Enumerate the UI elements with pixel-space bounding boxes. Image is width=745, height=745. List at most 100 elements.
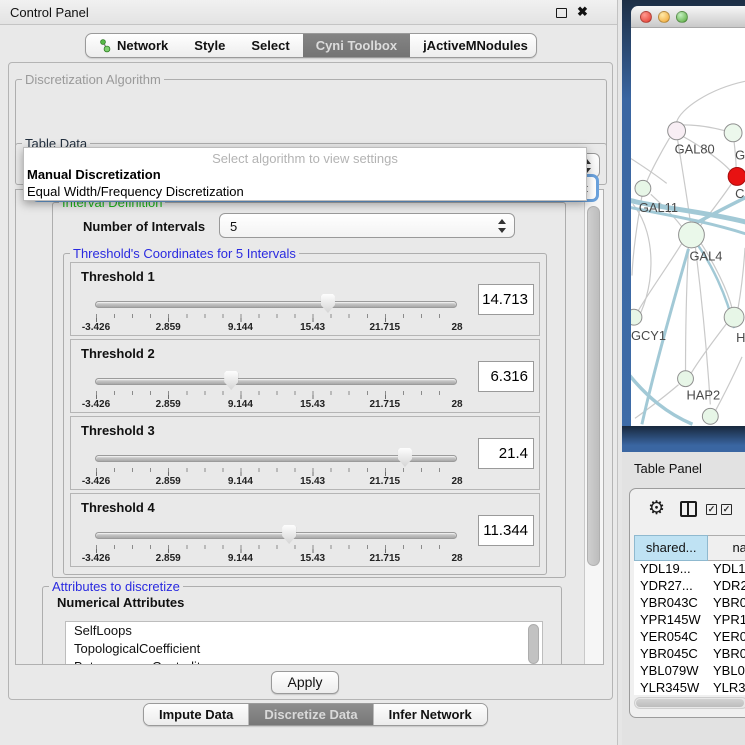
- cell-shared-name[interactable]: YBR045C: [634, 646, 710, 663]
- network-node[interactable]: [678, 371, 694, 387]
- network-node[interactable]: [668, 122, 686, 140]
- threshold-2-slider-handle[interactable]: [224, 371, 238, 390]
- table-row[interactable]: YDL19...YDL1: [634, 561, 745, 578]
- cell-name[interactable]: YBR0: [710, 646, 745, 663]
- tab-select[interactable]: Select: [238, 34, 302, 57]
- slider-tick-labels: -3.4262.8599.14415.4321.71528: [96, 476, 457, 488]
- cell-name[interactable]: YLR3: [710, 680, 745, 695]
- application-window: Control Panel ✖ Network Style Select Cyn…: [0, 0, 745, 745]
- tab-network[interactable]: Network: [86, 34, 181, 57]
- table-row[interactable]: YPR145WYPR1: [634, 612, 745, 629]
- slider-tick-labels: -3.4262.8599.14415.4321.71528: [96, 322, 457, 334]
- tab-jactivemnodules-label: jActiveMNodules: [423, 38, 528, 53]
- tick-label: 9.144: [228, 322, 253, 333]
- column-header-name[interactable]: na: [708, 535, 745, 561]
- cell-shared-name[interactable]: YER054C: [634, 629, 710, 646]
- interval-definition-group: Interval Definition Number of Intervals …: [52, 202, 566, 578]
- tab-cyni-toolbox[interactable]: Cyni Toolbox: [303, 34, 410, 57]
- network-window-titlebar[interactable]: [631, 6, 745, 28]
- network-node[interactable]: [724, 124, 742, 142]
- cell-shared-name[interactable]: YBL079W: [634, 663, 710, 680]
- zoom-traffic-light-icon[interactable]: [676, 11, 688, 23]
- threshold-3-slider-handle[interactable]: [398, 448, 412, 467]
- scrollbar-thumb[interactable]: [587, 206, 600, 566]
- table-row[interactable]: YBR043CYBR0: [634, 595, 745, 612]
- tab-style[interactable]: Style: [181, 34, 238, 57]
- thresholds-group-title: Threshold's Coordinates for 5 Intervals: [70, 246, 299, 261]
- gear-icon[interactable]: ⚙: [648, 499, 665, 519]
- cell-name[interactable]: YDL1: [710, 561, 745, 578]
- apply-button[interactable]: Apply: [271, 671, 339, 694]
- table-horizontal-scrollbar[interactable]: [634, 697, 745, 709]
- numerical-attributes-list[interactable]: SelfLoopsTopologicalCoefficientBetweenne…: [65, 621, 543, 665]
- cell-name[interactable]: YBR0: [710, 595, 745, 612]
- cell-name[interactable]: YDR2: [710, 578, 745, 595]
- minimize-traffic-light-icon[interactable]: [658, 11, 670, 23]
- tick-label: 2.859: [156, 476, 181, 487]
- threshold-1-value-field[interactable]: 14.713: [478, 284, 534, 315]
- network-node[interactable]: [702, 408, 718, 424]
- table-panel-toolbar: ⚙ ✓ ✓: [630, 489, 745, 533]
- table-row[interactable]: YLR345WYLR3: [634, 680, 745, 695]
- cell-name[interactable]: YER0: [710, 629, 745, 646]
- tick-label: 28: [451, 476, 462, 487]
- threshold-4-slider-handle[interactable]: [282, 525, 296, 544]
- network-node[interactable]: [631, 309, 642, 325]
- threshold-panel-3: Threshold 3 -3.4262.8599.14415.4321.7152…: [70, 416, 540, 490]
- network-icon: [99, 39, 112, 53]
- cell-shared-name[interactable]: YPR145W: [634, 612, 710, 629]
- table-row[interactable]: YDR27...YDR2: [634, 578, 745, 595]
- network-node[interactable]: [724, 307, 744, 327]
- threshold-panel-1: Threshold 1 -3.4262.8599.14415.4321.7152…: [70, 262, 540, 336]
- threshold-4-value-field[interactable]: 11.344: [478, 515, 534, 546]
- threshold-2-value-field[interactable]: 6.316: [478, 361, 534, 392]
- cell-shared-name[interactable]: YLR345W: [634, 680, 710, 695]
- tab-jactivemnodules[interactable]: jActiveMNodules: [410, 34, 537, 57]
- network-node-label: GAL4: [689, 249, 722, 264]
- dropdown-option-manual[interactable]: Manual Discretization: [27, 167, 161, 182]
- network-node-label: H: [736, 330, 745, 345]
- checkbox-icon[interactable]: ✓: [706, 504, 717, 515]
- tick-label: 28: [451, 322, 462, 333]
- tab-discretize-data[interactable]: Discretize Data: [248, 704, 372, 725]
- attribute-list-item[interactable]: BetweennessCentrality: [66, 658, 542, 665]
- checkbox-icon[interactable]: ✓: [721, 504, 732, 515]
- attribute-list-item[interactable]: TopologicalCoefficient: [66, 640, 542, 658]
- tick-label: -3.426: [82, 399, 110, 410]
- number-of-intervals-combobox[interactable]: 5: [219, 213, 515, 238]
- cell-shared-name[interactable]: YDR27...: [634, 578, 710, 595]
- column-header-shared-name[interactable]: shared...: [634, 535, 708, 561]
- list-scrollbar[interactable]: [528, 624, 539, 664]
- network-node[interactable]: [635, 180, 651, 196]
- table-body[interactable]: YDL19...YDL1YDR27...YDR2YBR043CYBR0YPR14…: [634, 561, 745, 695]
- float-window-icon[interactable]: [556, 8, 567, 18]
- network-canvas[interactable]: GAL80GACGAL11GAL4GCY1HHAP2: [631, 28, 745, 426]
- tick-label: 21.715: [370, 476, 401, 487]
- network-node[interactable]: [679, 222, 705, 248]
- attributes-group: Attributes to discretize Numerical Attri…: [42, 586, 562, 665]
- cell-shared-name[interactable]: YDL19...: [634, 561, 710, 578]
- tick-label: 28: [451, 553, 462, 564]
- tab-impute-data[interactable]: Impute Data: [144, 704, 248, 725]
- tick-label: 28: [451, 399, 462, 410]
- table-row[interactable]: YER054CYER0: [634, 629, 745, 646]
- tick-label: 21.715: [370, 322, 401, 333]
- scrollbar-thumb[interactable]: [636, 699, 744, 707]
- cell-shared-name[interactable]: YBR043C: [634, 595, 710, 612]
- settings-scrollpane: Interval Definition Number of Intervals …: [15, 189, 604, 665]
- dropdown-option-equal-width[interactable]: Equal Width/Frequency Discretization: [27, 184, 244, 199]
- cell-name[interactable]: YBL0: [710, 663, 745, 680]
- tick-label: 21.715: [370, 553, 401, 564]
- threshold-3-value-field[interactable]: 21.4: [478, 438, 534, 469]
- close-icon[interactable]: ✖: [577, 4, 588, 20]
- attribute-list-item[interactable]: SelfLoops: [66, 622, 542, 640]
- settings-vertical-scrollbar[interactable]: [584, 190, 603, 664]
- table-row[interactable]: YBR045CYBR0: [634, 646, 745, 663]
- threshold-1-slider-handle[interactable]: [321, 294, 335, 313]
- network-node-selected[interactable]: [728, 168, 745, 186]
- cell-name[interactable]: YPR1: [710, 612, 745, 629]
- tab-infer-network[interactable]: Infer Network: [373, 704, 487, 725]
- table-row[interactable]: YBL079WYBL0: [634, 663, 745, 680]
- close-traffic-light-icon[interactable]: [640, 11, 652, 23]
- split-columns-icon[interactable]: [680, 501, 697, 517]
